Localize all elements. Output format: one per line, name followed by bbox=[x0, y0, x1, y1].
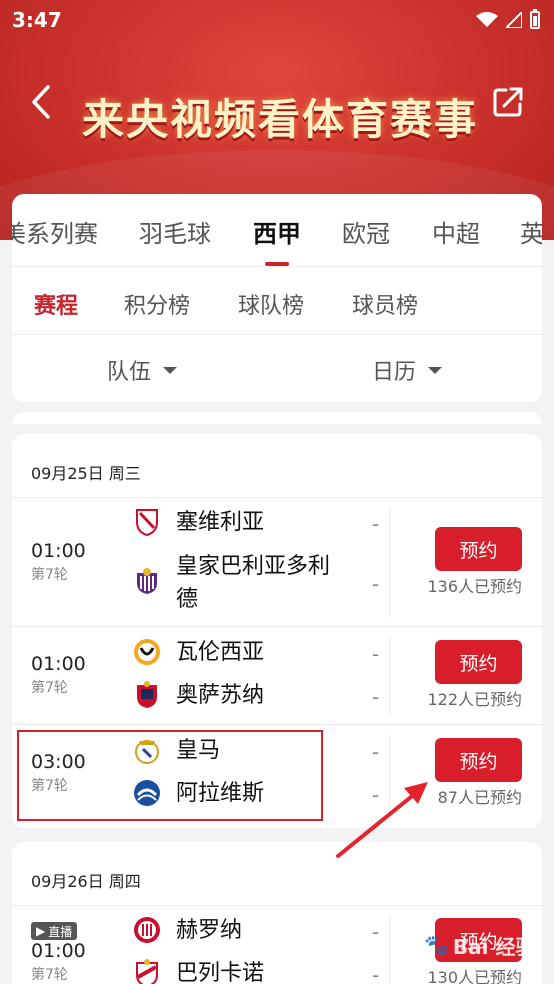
home-team-name: 赫罗纳 bbox=[176, 918, 243, 943]
subtab-player-rank[interactable]: 球员榜 bbox=[352, 288, 418, 320]
subtab-schedule[interactable]: 赛程 bbox=[34, 288, 78, 320]
home-score: - bbox=[372, 740, 380, 764]
subtab-standings[interactable]: 积分榜 bbox=[124, 288, 190, 320]
valencia-logo-icon bbox=[133, 638, 161, 666]
away-score: - bbox=[372, 963, 380, 984]
day-card: 09月26日 周四 ▶ 直播 01:00 第7轮 赫罗纳 巴列卡诺 - - 预约… bbox=[12, 842, 542, 984]
card-strip bbox=[12, 412, 542, 424]
match-time: 01:00 bbox=[31, 940, 86, 962]
live-badge: ▶ 直播 bbox=[31, 922, 78, 940]
tab-laliga[interactable]: 西甲 bbox=[253, 214, 301, 249]
match-round: 第7轮 bbox=[31, 680, 68, 696]
girona-logo-icon bbox=[133, 916, 161, 944]
away-score: - bbox=[372, 685, 380, 709]
share-icon[interactable] bbox=[490, 84, 526, 120]
live-label: 直播 bbox=[48, 924, 73, 939]
day-date: 09月25日 周三 bbox=[31, 464, 141, 483]
reserve-count: 130人已预约 bbox=[427, 968, 522, 984]
watermark-text: Bai 经验 bbox=[452, 934, 536, 959]
caret-down-icon bbox=[428, 366, 443, 374]
reserve-button[interactable]: 预约 bbox=[435, 738, 522, 782]
home-score: - bbox=[372, 920, 380, 944]
calendar-filter-label: 日历 bbox=[372, 360, 417, 385]
match-round: 第7轮 bbox=[31, 967, 68, 983]
rayo-logo-icon bbox=[133, 959, 161, 984]
divider bbox=[12, 334, 542, 335]
watermark: 🐾 Bai 经验 bbox=[424, 930, 554, 960]
divider bbox=[389, 508, 390, 618]
play-icon: ▶ bbox=[36, 924, 46, 938]
highlight-box bbox=[17, 730, 323, 821]
divider bbox=[12, 497, 542, 498]
caret-down-icon bbox=[163, 366, 178, 374]
divider bbox=[12, 266, 542, 267]
reserve-button[interactable]: 预约 bbox=[435, 640, 522, 684]
tab-series[interactable]: 美系列赛 bbox=[12, 214, 98, 249]
tab-epl[interactable]: 英 bbox=[520, 214, 542, 249]
valladolid-logo-icon bbox=[133, 567, 161, 595]
status-time: 3:47 bbox=[12, 8, 62, 32]
team-filter[interactable]: 队伍 bbox=[107, 354, 178, 386]
battery-icon bbox=[530, 9, 540, 29]
chevron-left-icon bbox=[32, 85, 50, 119]
osasuna-logo-icon bbox=[133, 681, 161, 709]
divider bbox=[12, 626, 542, 627]
home-score: - bbox=[372, 642, 380, 666]
home-team-name: 瓦伦西亚 bbox=[176, 640, 265, 665]
sevilla-logo-icon bbox=[133, 508, 161, 536]
match-round: 第7轮 bbox=[31, 567, 68, 583]
divider bbox=[389, 637, 390, 715]
away-score: - bbox=[372, 572, 380, 596]
subtab-team-rank[interactable]: 球队榜 bbox=[238, 288, 304, 320]
signal-icon bbox=[506, 12, 522, 28]
match-time: 01:00 bbox=[31, 653, 86, 675]
divider bbox=[12, 724, 542, 725]
away-team-name: 皇家巴利亚多利 德 bbox=[176, 554, 331, 612]
wifi-icon bbox=[476, 12, 498, 27]
home-team-name: 塞维利亚 bbox=[176, 510, 265, 535]
tab-ucl[interactable]: 欧冠 bbox=[342, 214, 390, 249]
status-bar: 3:47 bbox=[0, 0, 554, 40]
day-date: 09月26日 周四 bbox=[31, 872, 141, 891]
away-team-name: 奥萨苏纳 bbox=[176, 683, 265, 708]
filter-card: 美系列赛 羽毛球 西甲 欧冠 中超 英 赛程 积分榜 球队榜 球员榜 队伍 日历 bbox=[12, 194, 542, 402]
divider bbox=[12, 905, 542, 906]
paw-icon: 🐾 bbox=[424, 933, 449, 957]
reserve-count: 136人已预约 bbox=[427, 577, 522, 596]
team-filter-label: 队伍 bbox=[107, 360, 152, 385]
status-icons bbox=[476, 9, 540, 29]
tab-csl[interactable]: 中超 bbox=[432, 214, 480, 249]
reserve-count: 122人已预约 bbox=[427, 690, 522, 709]
page-title: 来央视频看体育赛事 bbox=[81, 95, 478, 144]
calendar-filter[interactable]: 日历 bbox=[372, 354, 443, 386]
tab-badminton[interactable]: 羽毛球 bbox=[139, 214, 211, 249]
sport-tabs: 美系列赛 羽毛球 西甲 欧冠 中超 英 bbox=[12, 194, 542, 266]
home-score: - bbox=[372, 512, 380, 536]
match-time: 01:00 bbox=[31, 540, 86, 562]
reserve-button[interactable]: 预约 bbox=[435, 527, 522, 571]
arrow-icon bbox=[336, 782, 428, 858]
back-button[interactable] bbox=[26, 82, 56, 122]
divider bbox=[389, 916, 390, 984]
away-team-name: 巴列卡诺 bbox=[176, 961, 265, 984]
